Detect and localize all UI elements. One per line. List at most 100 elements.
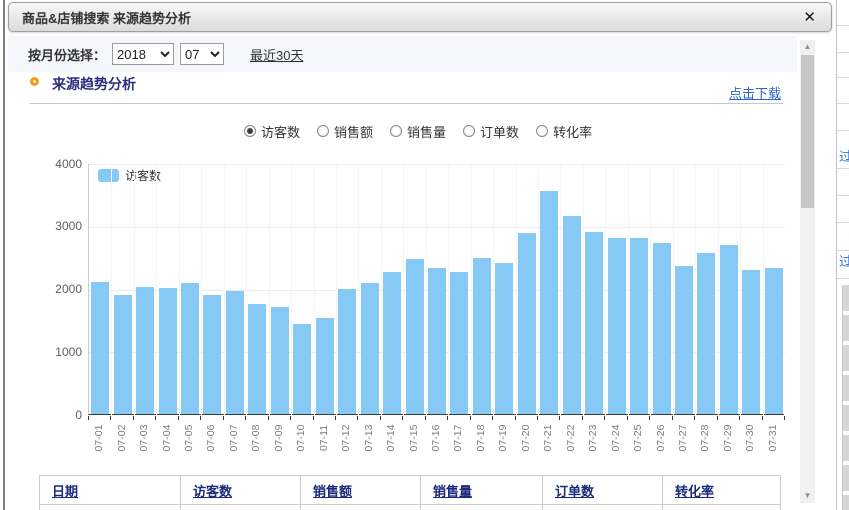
- metric-radio-2[interactable]: 销售额: [317, 122, 373, 141]
- legend-label: 访客数: [125, 167, 161, 184]
- radio-icon[interactable]: [390, 125, 402, 137]
- background-page: 过 过: [836, 0, 849, 510]
- x-axis-label: 07-17: [452, 420, 464, 456]
- background-gridline: [837, 250, 849, 251]
- x-axis-tick: [762, 416, 763, 420]
- x-axis-label: 07-11: [318, 420, 330, 456]
- x-axis-label: 07-22: [565, 420, 577, 456]
- dialog-titlebar: 商品&店铺搜索 来源趋势分析 ✕: [8, 2, 832, 32]
- background-gridline: [837, 103, 849, 104]
- x-axis-label: 07-16: [430, 420, 442, 456]
- bar-07-24: [608, 238, 626, 414]
- background-partial-link: 过: [839, 146, 849, 165]
- x-axis-tick: [559, 416, 560, 420]
- radio-icon[interactable]: [463, 125, 475, 137]
- year-select[interactable]: 2018: [112, 43, 174, 65]
- gridline-vertical: [448, 164, 449, 415]
- recent-30-days-link[interactable]: 最近30天: [250, 45, 303, 64]
- x-axis-tick: [313, 416, 314, 420]
- metric-radio-1[interactable]: 访客数: [244, 122, 300, 141]
- x-axis-tick: [425, 416, 426, 420]
- download-link[interactable]: 点击下载: [729, 83, 781, 102]
- metric-label: 订单数: [480, 122, 519, 141]
- bar-07-29: [720, 245, 738, 414]
- metric-label: 销售额: [334, 122, 373, 141]
- metric-radio-5[interactable]: 转化率: [536, 122, 592, 141]
- month-filter-label: 按月份选择：: [28, 45, 106, 64]
- table-header-row: 日期访客数销售额销售量订单数转化率: [40, 476, 781, 505]
- table-cell: [421, 505, 543, 510]
- background-gridline: [837, 195, 849, 196]
- scrollbar-down-icon[interactable]: ▼: [800, 489, 815, 503]
- gridline-vertical: [493, 164, 494, 415]
- close-icon[interactable]: ✕: [803, 10, 816, 25]
- radio-icon[interactable]: [536, 125, 548, 137]
- x-axis-label: 07-06: [205, 420, 217, 456]
- x-axis-label: 07-03: [138, 420, 150, 456]
- x-axis-label: 07-27: [677, 420, 689, 456]
- y-axis-label: 4000: [34, 157, 82, 171]
- metric-radio-4[interactable]: 订单数: [463, 122, 519, 141]
- table-cell: [663, 505, 781, 510]
- legend-swatch-icon: [98, 169, 119, 182]
- x-axis-tick: [717, 416, 718, 420]
- table-cell: [301, 505, 421, 510]
- background-gridline: [837, 52, 849, 53]
- background-gridline: [837, 222, 849, 223]
- gridline-vertical: [538, 164, 539, 415]
- gridline-vertical: [740, 164, 741, 415]
- scrollbar-thumb[interactable]: [801, 55, 814, 208]
- background-gridline: [837, 25, 849, 26]
- gridline-vertical: [628, 164, 629, 415]
- month-select[interactable]: 07: [180, 43, 224, 65]
- x-axis-label: 07-04: [161, 420, 173, 456]
- x-axis-tick: [110, 416, 111, 420]
- x-axis-tick: [515, 416, 516, 420]
- dialog-left-border: [3, 0, 5, 510]
- column-header-4[interactable]: 销售量: [421, 476, 543, 505]
- metric-radio-3[interactable]: 销售量: [390, 122, 446, 141]
- x-axis-label: 07-25: [632, 420, 644, 456]
- gridline-vertical: [246, 164, 247, 415]
- x-axis-tick: [672, 416, 673, 420]
- bar-07-27: [675, 266, 693, 414]
- bar-07-05: [181, 283, 199, 414]
- gridline-horizontal: [89, 227, 785, 228]
- y-axis-label: 2000: [34, 282, 82, 296]
- x-axis-tick: [402, 416, 403, 420]
- bar-07-14: [383, 272, 401, 414]
- x-axis-label: 07-20: [520, 420, 532, 456]
- column-header-2[interactable]: 访客数: [181, 476, 301, 505]
- table-row: [40, 505, 781, 510]
- column-header-1[interactable]: 日期: [40, 476, 181, 505]
- gridline-vertical: [673, 164, 674, 415]
- gridline-vertical: [336, 164, 337, 415]
- y-axis-label: 3000: [34, 219, 82, 233]
- gridline-horizontal: [89, 290, 785, 291]
- column-header-5[interactable]: 订单数: [543, 476, 663, 505]
- x-axis-tick: [492, 416, 493, 420]
- gridline-vertical: [179, 164, 180, 415]
- radio-icon[interactable]: [317, 125, 329, 137]
- x-axis-label: 07-07: [228, 420, 240, 456]
- gridline-vertical: [763, 164, 764, 415]
- column-header-3[interactable]: 销售额: [301, 476, 421, 505]
- gridline-vertical: [358, 164, 359, 415]
- radio-icon[interactable]: [244, 125, 256, 137]
- x-axis-label: 07-08: [250, 420, 262, 456]
- bar-07-13: [361, 283, 379, 414]
- scrollbar-up-icon[interactable]: ▲: [800, 40, 815, 54]
- metric-radio-group: 访客数 销售额 销售量 订单数转化率: [244, 122, 609, 140]
- x-axis-label: 07-23: [587, 420, 599, 456]
- x-axis-label: 07-15: [408, 420, 420, 456]
- section-divider: [30, 103, 783, 104]
- dialog-scrollbar[interactable]: ▲ ▼: [800, 40, 815, 503]
- metric-label: 销售量: [407, 122, 446, 141]
- gridline-vertical: [201, 164, 202, 415]
- x-axis-tick: [155, 416, 156, 420]
- column-header-6[interactable]: 转化率: [663, 476, 781, 505]
- bar-07-04: [159, 288, 177, 414]
- bar-07-07: [226, 291, 244, 414]
- bar-07-03: [136, 287, 154, 414]
- bar-07-20: [518, 233, 536, 414]
